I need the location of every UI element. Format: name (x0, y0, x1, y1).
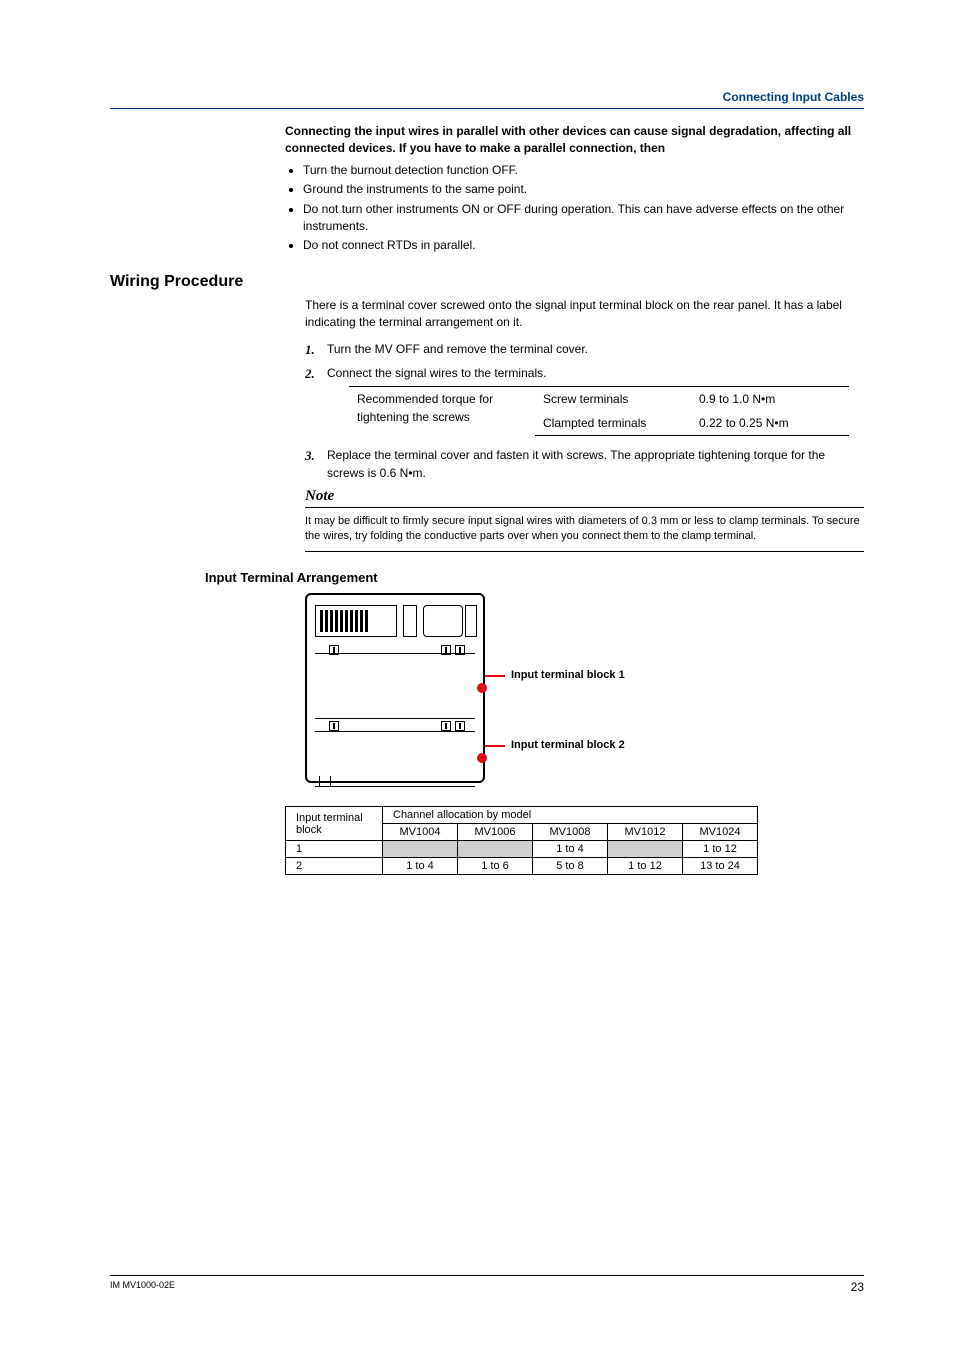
cell: 13 to 24 (683, 858, 758, 875)
wiring-lead: There is a terminal cover screwed onto t… (305, 297, 864, 332)
list-item: Do not connect RTDs in parallel. (303, 237, 864, 254)
connector-slot-icon (315, 605, 397, 637)
cell (383, 841, 458, 858)
running-header: Connecting Input Cables (110, 90, 864, 104)
cell (608, 841, 683, 858)
cell: 5 to 8 (533, 858, 608, 875)
table-head-block: Input terminal block (286, 807, 383, 841)
foot-icon (319, 776, 331, 787)
aux-icon (465, 605, 477, 637)
page-footer: IM MV1000-02E 23 (110, 1275, 864, 1294)
step-text: Connect the signal wires to the terminal… (327, 366, 546, 380)
step-text: Turn the MV OFF and remove the terminal … (327, 342, 588, 356)
list-item: Turn the burnout detection function OFF. (303, 162, 864, 179)
callout-leader-icon (485, 675, 505, 677)
note-body: It may be difficult to firmly secure inp… (305, 510, 864, 553)
channel-allocation-table: Input terminal block Channel allocation … (285, 806, 758, 875)
row-block: 1 (286, 841, 383, 858)
torque-type: Clampted terminals (535, 411, 691, 436)
torque-row-label: Recommended torque for tightening the sc… (349, 386, 535, 435)
page-number: 23 (851, 1280, 864, 1294)
step-text: Replace the terminal cover and fasten it… (327, 448, 825, 480)
step-1: 1.Turn the MV OFF and remove the termina… (305, 340, 864, 358)
torque-value: 0.22 to 0.25 N•m (691, 411, 849, 436)
terminal-block-2-icon (315, 731, 475, 787)
model-header: MV1012 (608, 824, 683, 841)
torque-table: Recommended torque for tightening the sc… (349, 386, 849, 436)
model-header: MV1006 (458, 824, 533, 841)
cell: 1 to 4 (383, 858, 458, 875)
callout-dot-icon (477, 683, 487, 693)
power-inlet-icon (423, 605, 463, 637)
ground-icon (403, 605, 417, 637)
terminal-block-1-icon (315, 653, 475, 719)
note-heading: Note (305, 488, 864, 508)
parallel-warning: Connecting the input wires in parallel w… (285, 123, 864, 158)
callout-leader-icon (485, 745, 505, 747)
device-outline (305, 593, 485, 783)
model-header: MV1024 (683, 824, 758, 841)
parallel-warning-list: Turn the burnout detection function OFF.… (285, 162, 864, 255)
arrangement-heading: Input Terminal Arrangement (205, 570, 864, 585)
step-2: 2.Connect the signal wires to the termin… (305, 364, 864, 436)
model-header: MV1008 (533, 824, 608, 841)
wiring-steps: 1.Turn the MV OFF and remove the termina… (305, 340, 864, 482)
cell: 1 to 12 (683, 841, 758, 858)
rear-panel-diagram: Input terminal block 1 Input terminal bl… (305, 593, 775, 788)
callout-dot-icon (477, 753, 487, 763)
table-head-group: Channel allocation by model (383, 807, 758, 824)
callout-label-1: Input terminal block 1 (511, 669, 625, 681)
torque-value: 0.9 to 1.0 N•m (691, 386, 849, 411)
step-3: 3.Replace the terminal cover and fasten … (305, 446, 864, 482)
cell: 1 to 6 (458, 858, 533, 875)
cell: 1 to 4 (533, 841, 608, 858)
list-item: Do not turn other instruments ON or OFF … (303, 201, 864, 236)
cell (458, 841, 533, 858)
torque-type: Screw terminals (535, 386, 691, 411)
model-header: MV1004 (383, 824, 458, 841)
list-item: Ground the instruments to the same point… (303, 181, 864, 198)
callout-label-2: Input terminal block 2 (511, 739, 625, 751)
header-rule (110, 108, 864, 109)
wiring-procedure-heading: Wiring Procedure (110, 273, 864, 291)
doc-id: IM MV1000-02E (110, 1280, 175, 1294)
cell: 1 to 12 (608, 858, 683, 875)
row-block: 2 (286, 858, 383, 875)
table-row: 2 1 to 4 1 to 6 5 to 8 1 to 12 13 to 24 (286, 858, 758, 875)
table-row: 1 1 to 4 1 to 12 (286, 841, 758, 858)
